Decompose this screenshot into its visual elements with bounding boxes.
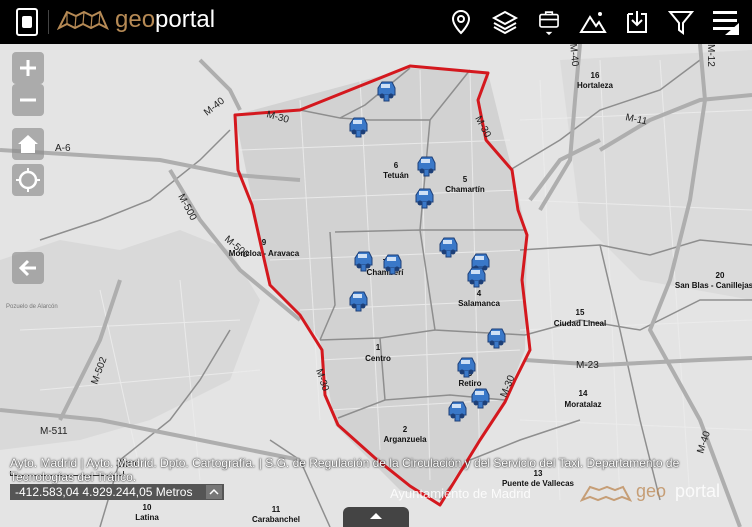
header-separator — [48, 10, 49, 34]
road-label: M-511 — [40, 426, 68, 437]
city-crest-logo — [16, 8, 38, 36]
district-number: 1 — [376, 343, 381, 352]
bottom-panel-toggle[interactable] — [343, 507, 409, 527]
brand-geo-text: geo — [115, 6, 156, 33]
district-name: Carabanchel — [252, 515, 300, 524]
brand-portal-text: portal — [155, 6, 216, 33]
zoom-out-icon — [20, 98, 36, 102]
coordinates-text: -412.583,04 4.929.244,05 Metros — [15, 485, 193, 499]
terrain-icon[interactable] — [579, 8, 607, 36]
watermark-logo-icon — [580, 485, 632, 502]
location-pin-icon[interactable] — [447, 8, 475, 36]
road-label: A-6 — [55, 143, 71, 154]
district-name: Moratalaz — [565, 400, 602, 409]
district-name: Ciudad Lineal — [554, 319, 606, 328]
watermark-org: Ayuntamiento de Madrid — [390, 486, 531, 501]
zoom-in-button[interactable] — [12, 52, 44, 84]
coordinates-readout: -412.583,04 4.929.244,05 Metros — [10, 484, 224, 500]
road-label: M-23 — [576, 360, 599, 371]
layers-icon[interactable] — [491, 8, 519, 36]
zoom-in-icon — [20, 60, 36, 76]
map-svg[interactable]: M-40 M-30 A-6 M-500 M-500 M-40 M-12 M-11… — [0, 44, 752, 527]
header-bar: geoportal — [0, 0, 752, 44]
zoom-out-button[interactable] — [12, 84, 44, 116]
folded-map-logo-icon — [57, 10, 109, 31]
district-name: Salamanca — [458, 299, 500, 308]
road-label: M-12 — [705, 44, 716, 67]
toolbox-icon[interactable] — [535, 8, 563, 36]
download-icon[interactable] — [623, 8, 651, 36]
chevron-up-icon — [370, 513, 382, 519]
watermark-geo-text: geo — [636, 481, 667, 501]
district-name: Latina — [135, 513, 159, 522]
district-number: 5 — [463, 175, 468, 184]
district-number: 14 — [579, 389, 588, 398]
district-number: 6 — [394, 161, 399, 170]
chevron-up-icon — [209, 488, 219, 495]
district-number: 15 — [576, 308, 585, 317]
filter-icon[interactable] — [667, 8, 695, 36]
district-number: 9 — [262, 238, 267, 247]
district-number: 2 — [403, 425, 408, 434]
district-name: Chamartín — [445, 185, 485, 194]
back-arrow-icon — [18, 259, 36, 277]
district-number: 4 — [477, 289, 482, 298]
home-button[interactable] — [12, 128, 44, 160]
map-canvas[interactable]: M-40 M-30 A-6 M-500 M-500 M-40 M-12 M-11… — [0, 44, 752, 527]
district-number: 16 — [591, 71, 600, 80]
district-name: San Blas - Canillejas — [675, 281, 752, 290]
district-name: Arganzuela — [383, 435, 427, 444]
district-name: Tetuán — [383, 171, 409, 180]
district-name: Centro — [365, 354, 391, 363]
district-name: Moncloa - Aravaca — [229, 249, 300, 258]
district-name: Retiro — [458, 379, 481, 388]
map-attribution: Ayto. Madrid | Ayto. Madrid. Dpto. Carto… — [10, 456, 680, 484]
town-label: Pozuelo de Alarcón — [6, 304, 58, 310]
watermark-portal-text: portal — [675, 481, 721, 501]
menu-icon[interactable] — [711, 5, 741, 39]
back-button[interactable] — [12, 252, 44, 284]
locate-button[interactable] — [12, 164, 44, 196]
district-number: 11 — [272, 505, 281, 514]
locate-icon — [16, 168, 40, 192]
district-number: 20 — [716, 271, 725, 280]
coordinates-toggle-button[interactable] — [206, 485, 222, 499]
district-number: 10 — [143, 503, 152, 512]
district-name: Hortaleza — [577, 81, 614, 90]
geoportal-logo[interactable]: geoportal — [57, 6, 215, 34]
home-icon — [18, 135, 38, 153]
